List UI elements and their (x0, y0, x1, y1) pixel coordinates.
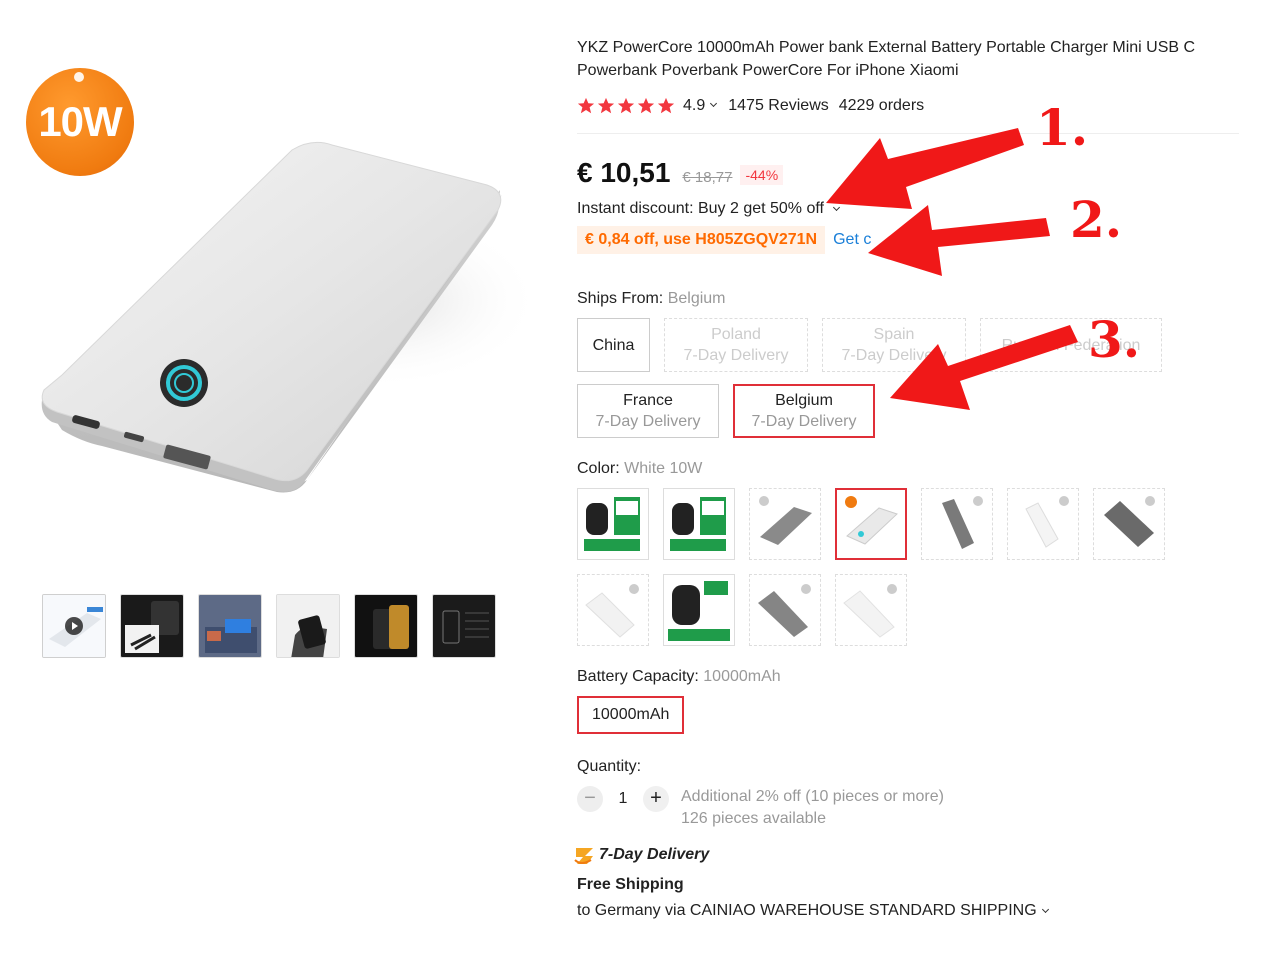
delivery-badge-row: 7-Day Delivery (573, 844, 1237, 866)
instant-discount[interactable]: Instant discount: Buy 2 get 50% off (577, 200, 1237, 218)
orders-count: 4229 orders (838, 97, 925, 114)
thumbnail-cables[interactable] (120, 594, 184, 658)
thumbnail-params[interactable] (432, 594, 496, 658)
swatch-dark-gray[interactable] (1093, 488, 1165, 560)
thumbnail-video[interactable] (42, 594, 106, 658)
product-info: YKZ PowerCore 10000mAh Power bank Extern… (574, 36, 1239, 920)
reviews-link[interactable]: 1475 Reviews (728, 97, 829, 115)
quantity-minus-button[interactable]: − (577, 786, 603, 812)
product-gallery: 10W (22, 50, 542, 580)
chevron-down-icon[interactable] (1041, 905, 1049, 914)
thumbnail-phone[interactable] (354, 594, 418, 658)
ship-option-china[interactable]: China (577, 318, 650, 372)
color-swatches (577, 488, 1177, 646)
swatch-gray-large[interactable] (749, 574, 821, 646)
discount-badge: -44% (740, 165, 784, 185)
annotation-2: 2. (1070, 190, 1123, 249)
annotation-1: 1. (1036, 98, 1089, 157)
star-icon (597, 97, 615, 114)
rating-stars (577, 97, 675, 115)
annotation-3: 3. (1088, 310, 1141, 369)
star-icon (637, 97, 655, 114)
swatch-car-charger-3[interactable] (663, 574, 735, 646)
capacity-option-10000mah[interactable]: 10000mAh (577, 696, 685, 734)
product-title: YKZ PowerCore 10000mAh Power bank Extern… (577, 39, 1196, 79)
coupon-row: € 0,84 off, use H805ZGQV271N Get c (577, 226, 1237, 254)
rating-value[interactable]: 4.9 (683, 97, 705, 115)
swatch-white-slim[interactable] (1007, 488, 1079, 560)
star-icon (577, 97, 595, 114)
thumbnail-strip (42, 594, 496, 658)
free-shipping: Free Shipping (577, 876, 684, 893)
quantity-stepper: − 1 + Additional 2% off (10 pieces or mo… (577, 786, 1237, 830)
badge-hole (74, 72, 84, 82)
ships-from-selected: Belgium (667, 290, 726, 307)
swatch-car-charger-2[interactable] (663, 488, 735, 560)
seven-day-delivery: 7-Day Delivery (599, 846, 710, 863)
original-price: € 18,77 (682, 169, 733, 186)
shipping-method[interactable]: to Germany via CAINIAO WAREHOUSE STANDAR… (577, 902, 1237, 920)
swatch-white-large[interactable] (577, 574, 649, 646)
coupon-code[interactable]: € 0,84 off, use H805ZGQV271N (577, 226, 826, 254)
pieces-available: 126 pieces available (681, 810, 826, 827)
battery-capacity-label: Battery Capacity: 10000mAh (577, 668, 781, 685)
swatch-white-10w[interactable] (835, 488, 907, 560)
swatch-white-variant[interactable] (835, 574, 907, 646)
divider (577, 133, 1239, 134)
swatch-gray-10w[interactable] (749, 488, 821, 560)
badge-10w: 10W (26, 68, 134, 176)
battery-capacity-selected: 10000mAh (703, 668, 781, 685)
thumbnail-hand[interactable] (276, 594, 340, 658)
quantity-info: Additional 2% off (10 pieces or more) 12… (681, 786, 944, 830)
current-price: € 10,51 (577, 157, 671, 188)
instant-discount-text: Instant discount: Buy 2 get 50% off (577, 200, 824, 217)
delivery-icon (574, 848, 593, 864)
swatch-car-charger-1[interactable] (577, 488, 649, 560)
rating-row: 4.9 1475 Reviews 4229 orders (577, 95, 1237, 117)
thumbnail-safety[interactable] (198, 594, 262, 658)
ship-option-spain[interactable]: Spain 7-Day Delivery (822, 318, 966, 372)
play-icon[interactable] (65, 617, 83, 635)
main-product-image[interactable]: 10W (22, 50, 542, 570)
chevron-down-icon[interactable] (710, 99, 718, 107)
star-icon (657, 97, 675, 114)
star-icon (617, 97, 635, 114)
quantity-plus-button[interactable]: + (643, 786, 669, 812)
get-coupon-link[interactable]: Get c (833, 231, 871, 249)
ships-from-label: Ships From: Belgium (577, 290, 726, 307)
price-row: € 10,51 € 18,77 -44% (577, 157, 1237, 189)
ship-option-belgium[interactable]: Belgium 7-Day Delivery (733, 384, 875, 438)
chevron-down-icon[interactable] (833, 203, 841, 212)
quantity-value[interactable]: 1 (603, 786, 643, 812)
color-label: Color: White 10W (577, 460, 703, 477)
ship-option-poland[interactable]: Poland 7-Day Delivery (664, 318, 808, 372)
ship-option-france[interactable]: France 7-Day Delivery (577, 384, 719, 438)
bulk-discount-note: Additional 2% off (10 pieces or more) (681, 788, 944, 805)
quantity-label: Quantity: (577, 758, 642, 775)
swatch-gray-slim[interactable] (921, 488, 993, 560)
color-selected: White 10W (624, 460, 703, 477)
